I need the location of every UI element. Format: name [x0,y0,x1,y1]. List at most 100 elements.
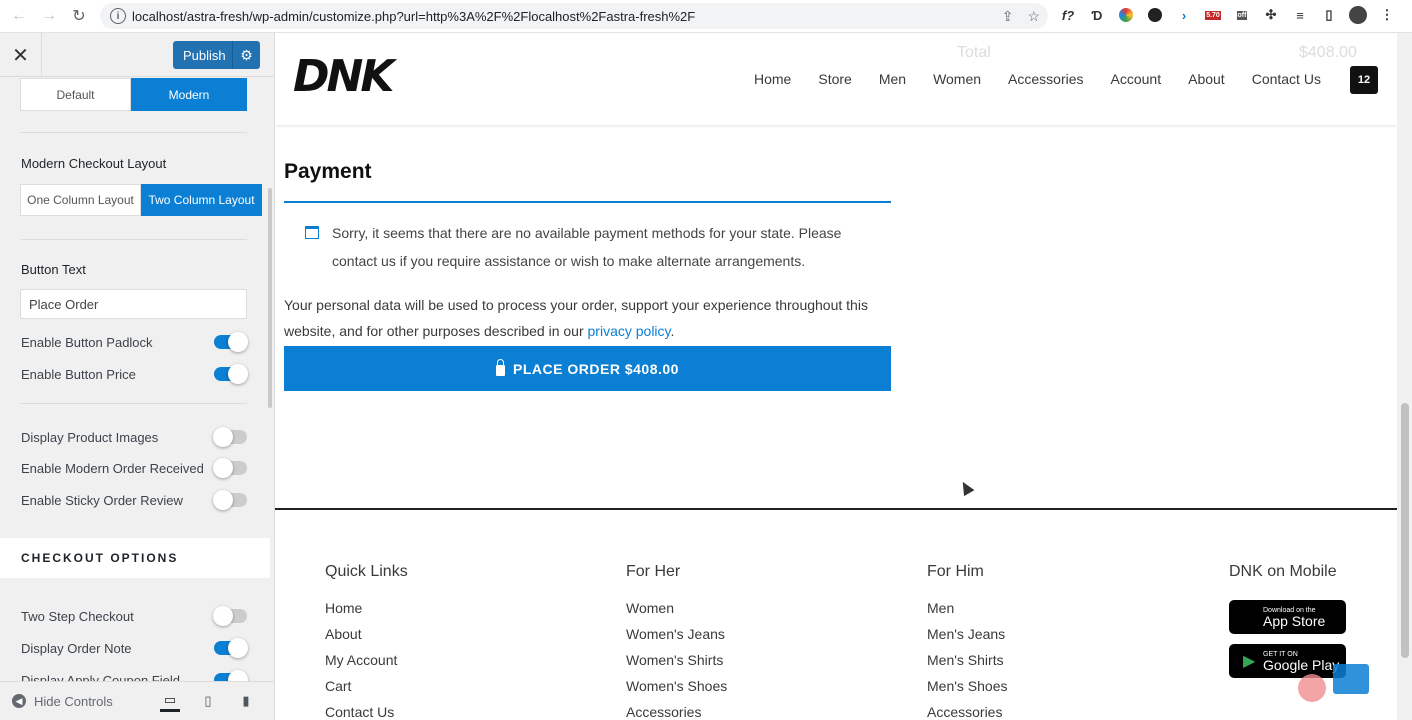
product-images-toggle[interactable] [213,427,247,447]
menu-item-men[interactable]: Men [879,71,906,87]
checkout-style-toggle: Default Modern [20,78,247,111]
privacy-body: Your personal data will be used to proce… [284,297,868,339]
edit-shortcut-button[interactable] [1333,664,1369,694]
menu-item-accessories[interactable]: Accessories [1008,71,1083,87]
primary-menu: Home Store Men Women Accessories Account… [754,71,1348,87]
profile-avatar[interactable] [1348,5,1368,25]
two-step-toggle[interactable] [213,606,247,626]
footer-link[interactable]: Men's Shirts [927,647,1008,673]
lcp-extension-icon[interactable]: 5.70 [1203,5,1223,25]
site-logo[interactable]: DNK [293,51,394,102]
divider [21,403,247,404]
footer-link[interactable]: Women [626,595,727,621]
cart-icon[interactable]: 12 [1350,66,1378,94]
footer-link[interactable]: Accessories [626,699,727,720]
side-panel-icon[interactable]: ▯ [1319,5,1339,25]
padlock-toggle-row: Enable Button Padlock [21,332,248,352]
footer-link[interactable]: My Account [325,647,408,673]
toggle-knob [213,427,233,447]
sticky-review-toggle[interactable] [213,490,247,510]
two-step-toggle-row: Two Step Checkout [21,606,247,626]
preview-scroll-thumb[interactable] [1401,403,1409,658]
two-column-option[interactable]: Two Column Layout [141,184,262,216]
more-menu-icon[interactable]: ⋮ [1377,5,1397,25]
price-toggle-row: Enable Button Price [21,364,248,384]
toggle-label: Enable Sticky Order Review [21,492,183,508]
address-bar[interactable]: i localhost/astra-fresh/wp-admin/customi… [100,3,1048,29]
reload-icon[interactable]: ↻ [64,1,94,31]
footer-link[interactable]: Women's Shoes [626,673,727,699]
formula-extension-icon[interactable]: f? [1058,5,1078,25]
ghost-total-label: Total [957,44,991,61]
footer-heading: DNK on Mobile [1229,563,1337,580]
style-default-option[interactable]: Default [20,78,131,111]
bookmark-star-icon[interactable]: ☆ [1027,8,1040,25]
footer-link[interactable]: Accessories [927,699,1008,720]
footer-link[interactable]: Men [927,595,1008,621]
toggle-knob [213,458,233,478]
off-extension-icon[interactable]: off [1232,5,1252,25]
tablet-icon[interactable]: ▯ [198,690,218,712]
menu-item-account[interactable]: Account [1111,71,1162,87]
publish-button[interactable]: Publish ⚙ [173,41,260,69]
device-switcher: ▭ ▯ ▮ [160,690,256,712]
footer-mobile: DNK on Mobile [1229,563,1337,595]
preview-scrollbar[interactable] [1397,33,1412,720]
desktop-icon[interactable]: ▭ [160,690,180,712]
footer-link[interactable]: Men's Jeans [927,621,1008,647]
mobile-icon[interactable]: ▮ [236,690,256,712]
privacy-end: . [670,323,675,339]
app-store-button[interactable]: Download on the App Store [1229,600,1346,634]
place-order-label: PLACE ORDER $408.00 [513,360,679,377]
flame-extension-icon[interactable] [1145,5,1165,25]
menu-item-store[interactable]: Store [818,71,851,87]
place-order-button[interactable]: PLACE ORDER $408.00 [284,346,891,391]
color-extension-icon[interactable] [1116,5,1136,25]
toggle-label: Enable Modern Order Received [21,460,204,476]
style-modern-option[interactable]: Modern [131,78,247,111]
terminal-extension-icon[interactable]: › [1174,5,1194,25]
share-icon[interactable]: ⇪ [1002,8,1014,25]
footer-for-her: For Her Women Women's Jeans Women's Shir… [626,563,727,720]
back-icon[interactable]: ← [4,1,34,31]
site-info-icon[interactable]: i [110,8,126,24]
reading-list-icon[interactable]: ≡ [1290,5,1310,25]
footer-link[interactable]: Women's Shirts [626,647,727,673]
customizer-footer: ◀ Hide Controls ▭ ▯ ▮ [0,681,274,720]
menu-item-home[interactable]: Home [754,71,791,87]
footer-link[interactable]: Contact Us [325,699,408,720]
order-note-toggle[interactable] [214,638,248,658]
button-text-input[interactable]: Place Order [20,289,247,319]
record-button[interactable] [1298,674,1326,702]
sidebar-scrollbar[interactable] [268,188,272,408]
privacy-policy-link[interactable]: privacy policy [588,323,671,339]
play-icon: ▶ [1243,653,1256,670]
forward-icon[interactable]: → [34,1,64,31]
footer-link[interactable]: Cart [325,673,408,699]
menu-item-women[interactable]: Women [933,71,981,87]
footer-link[interactable]: About [325,621,408,647]
one-column-option[interactable]: One Column Layout [20,184,141,216]
hide-controls-button[interactable]: ◀ Hide Controls [0,694,113,709]
checkout-options-section: CHECKOUT OPTIONS [0,538,270,578]
footer-link[interactable]: Women's Jeans [626,621,727,647]
menu-item-contact[interactable]: Contact Us [1252,71,1321,87]
notice-text: Sorry, it seems that there are no availa… [332,225,842,269]
d-extension-icon[interactable]: Ɗ [1087,5,1107,25]
google-play-button[interactable]: ▶ GET IT ON Google Play [1229,644,1346,678]
padlock-toggle[interactable] [214,332,248,352]
gear-icon[interactable]: ⚙ [232,41,260,69]
hide-controls-label: Hide Controls [34,693,113,709]
close-icon[interactable]: ✕ [0,33,42,77]
order-received-toggle[interactable] [213,458,247,478]
site-preview: Total $408.00 DNK Home Store Men Women A… [275,33,1412,720]
menu-item-about[interactable]: About [1188,71,1225,87]
puzzle-icon[interactable]: ✣ [1261,5,1281,25]
info-icon [305,226,319,239]
toggle-knob [228,364,248,384]
footer-heading: For Her [626,563,681,580]
footer-link[interactable]: Home [325,595,408,621]
footer-link[interactable]: Men's Shoes [927,673,1008,699]
price-toggle[interactable] [214,364,248,384]
footer-heading: For Him [927,563,984,580]
